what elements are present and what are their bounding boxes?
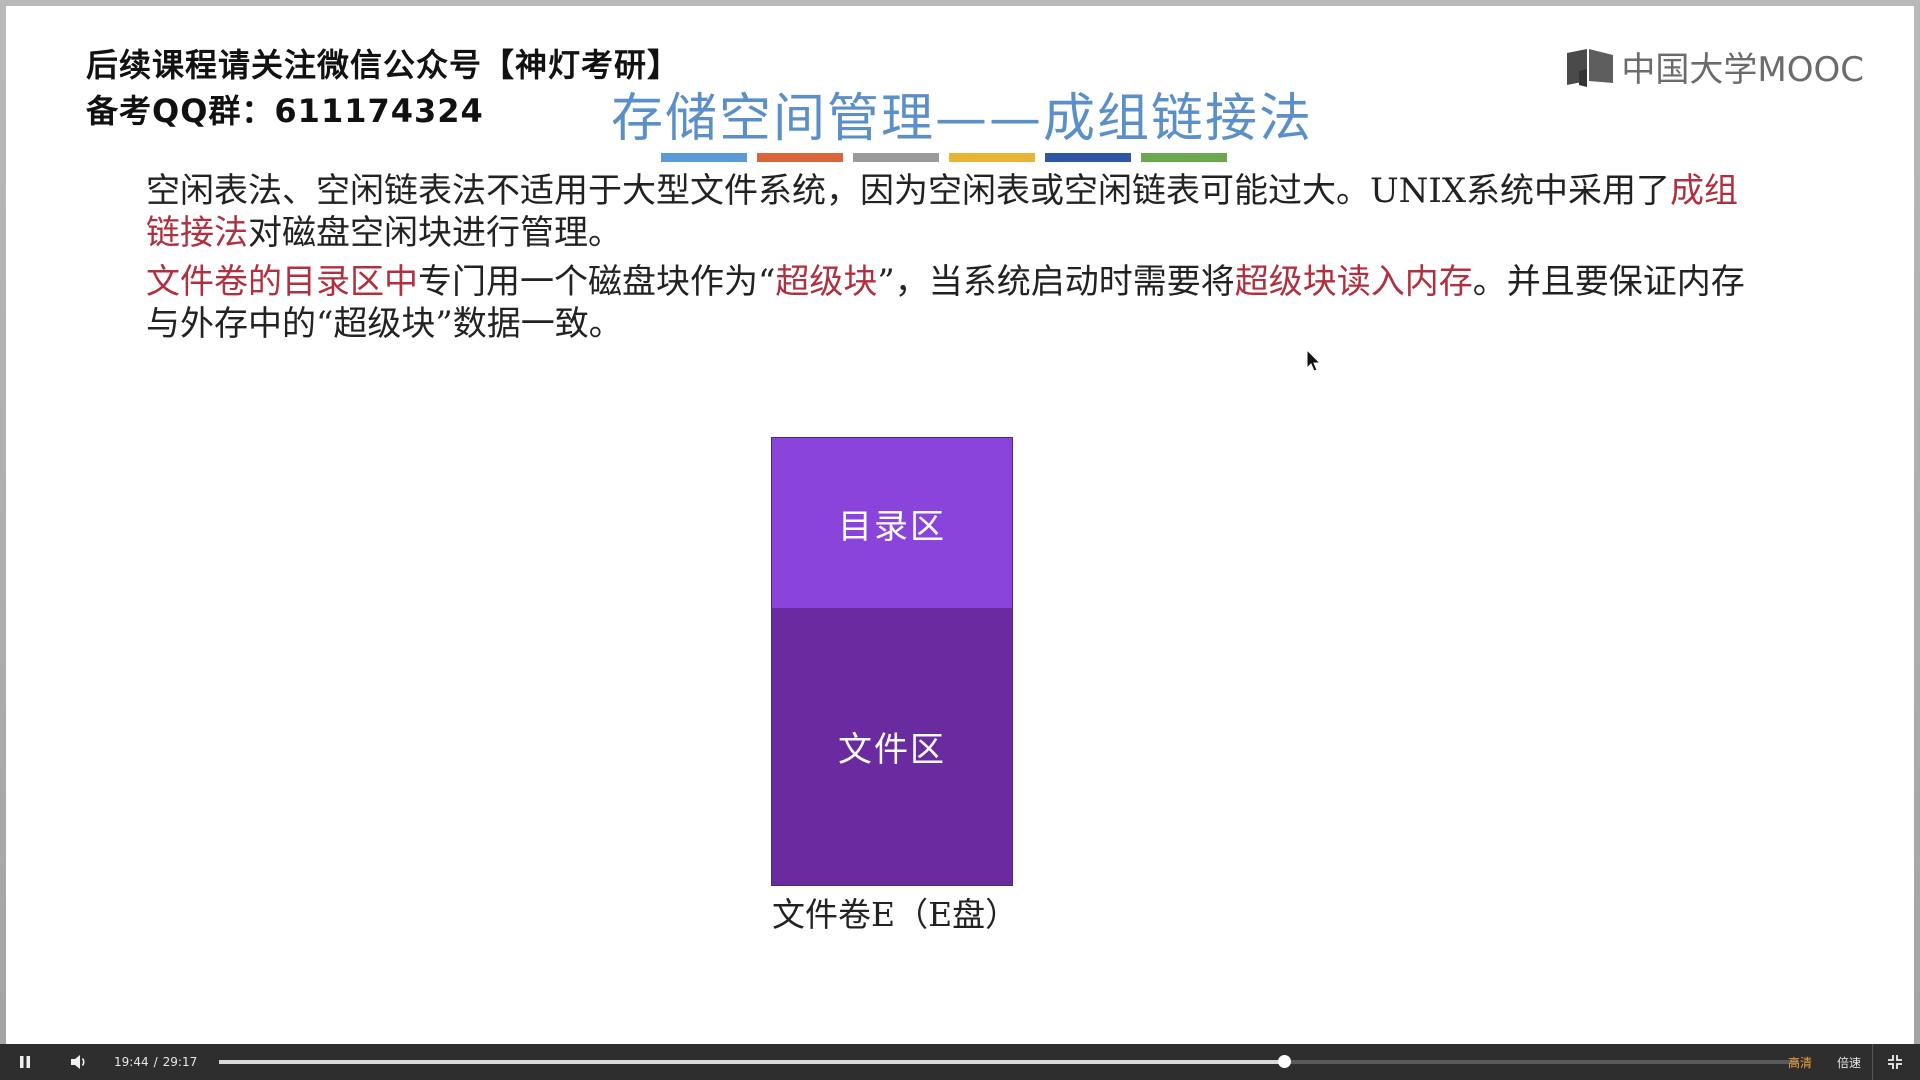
color-segment bbox=[949, 153, 1035, 162]
paragraph-superblock: 文件卷的目录区中专门用一个磁盘块作为“超级块”，当系统启动时需要将超级块读入内存… bbox=[146, 261, 1766, 345]
pause-button[interactable] bbox=[8, 1044, 42, 1080]
promo-text: 后续课程请关注微信公众号【神灯考研】 备考QQ群：611174324 bbox=[86, 42, 680, 134]
promo-line-wechat: 后续课程请关注微信公众号【神灯考研】 bbox=[86, 46, 681, 84]
para1-text-a: 空闲表法、空闲链表法不适用于大型文件系统，因为空闲表或空闲链表可能过大。UNIX… bbox=[146, 171, 1671, 211]
color-segment bbox=[661, 153, 747, 162]
para2-text-b: ”，当系统启动时需要将 bbox=[877, 262, 1235, 302]
para2-highlight-superblock: 超级块 bbox=[775, 262, 878, 302]
current-time: 19:44 bbox=[114, 1055, 149, 1069]
player-controls: 19:44 / 29:17 高清 倍速 bbox=[0, 1044, 1920, 1080]
quality-button[interactable]: 高清 bbox=[1788, 1054, 1812, 1071]
para1-text-b: 对磁盘空闲块进行管理。 bbox=[248, 213, 622, 253]
volume-icon bbox=[71, 1055, 85, 1069]
time-separator: / bbox=[153, 1055, 158, 1069]
color-segment bbox=[757, 153, 843, 162]
progress-bar[interactable] bbox=[219, 1055, 1800, 1068]
file-volume-diagram: 目录区 文件区 bbox=[771, 437, 1013, 886]
directory-area-block: 目录区 bbox=[772, 438, 1012, 608]
exit-fullscreen-button[interactable] bbox=[1872, 1044, 1917, 1080]
directory-area-label: 目录区 bbox=[838, 506, 946, 547]
paragraph-intro: 空闲表法、空闲链表法不适用于大型文件系统，因为空闲表或空闲链表可能过大。UNIX… bbox=[146, 170, 1766, 254]
file-area-block: 文件区 bbox=[772, 608, 1012, 885]
color-segment bbox=[853, 153, 939, 162]
para2-text-a: 专门用一个磁盘块作为“ bbox=[418, 262, 776, 302]
para2-highlight-dir: 文件卷的目录区中 bbox=[146, 262, 418, 302]
exit-fullscreen-icon bbox=[1888, 1055, 1902, 1069]
watermark: 王道考研/CSKAOYAN.COM bbox=[1443, 1036, 1838, 1044]
logo-text: 中国大学MOOC bbox=[1621, 50, 1864, 90]
promo-line-qq: 备考QQ群：611174324 bbox=[86, 92, 484, 130]
volume-caption: 文件卷E（E盘） bbox=[772, 895, 1019, 934]
mooc-logo: 中国大学MOOC bbox=[1565, 42, 1864, 91]
volume-button[interactable] bbox=[62, 1044, 96, 1080]
slide-title: 存储空间管理——成组链接法 bbox=[611, 89, 1314, 149]
progress-knob[interactable] bbox=[1278, 1055, 1292, 1068]
para2-highlight-load: 超级块读入内存 bbox=[1234, 262, 1473, 302]
color-segment bbox=[1045, 153, 1131, 162]
mouse-pointer-icon bbox=[1306, 348, 1322, 377]
lecture-slide: 后续课程请关注微信公众号【神灯考研】 备考QQ群：611174324 中国大学M… bbox=[6, 6, 1914, 1044]
time-display: 19:44 / 29:17 bbox=[114, 1055, 197, 1069]
color-segment bbox=[1141, 153, 1227, 162]
pause-icon bbox=[20, 1056, 30, 1068]
progress-fill bbox=[219, 1060, 1285, 1064]
total-time: 29:17 bbox=[162, 1055, 198, 1069]
title-color-bar bbox=[661, 153, 1227, 162]
book-logo-icon bbox=[1567, 48, 1614, 87]
speed-button[interactable]: 倍速 bbox=[1837, 1054, 1861, 1071]
video-frame: 后续课程请关注微信公众号【神灯考研】 备考QQ群：611174324 中国大学M… bbox=[0, 0, 1920, 1080]
file-area-label: 文件区 bbox=[838, 730, 946, 770]
